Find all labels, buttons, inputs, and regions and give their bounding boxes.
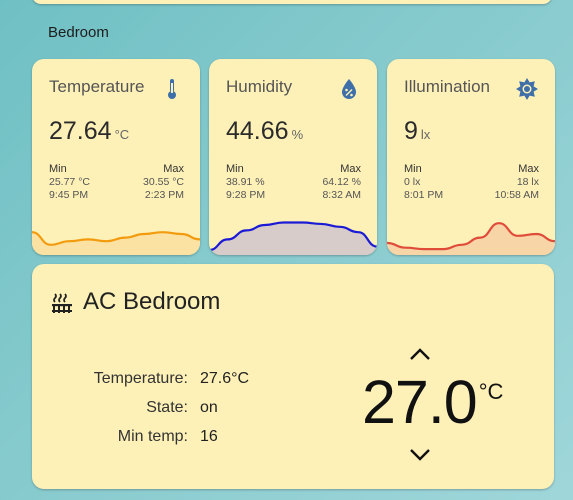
sun-icon [516, 78, 538, 100]
thermometer-icon [168, 79, 176, 99]
attribute-value: 27.6°C [200, 369, 250, 387]
min-stats: Min 0 lx 8:01 PM [404, 163, 444, 201]
temperature-card[interactable]: Temperature 27.64 °C Min 25.77 °C 9:45 PM… [32, 59, 200, 255]
attribute-label: State: [146, 398, 188, 416]
heating-icon [52, 293, 72, 313]
water-percent-icon [342, 79, 356, 99]
sensor-title: Temperature [49, 77, 145, 96]
decrease-temp-button[interactable] [408, 447, 432, 463]
humidity-sparkline [209, 221, 377, 255]
ac-thermostat-card[interactable]: AC Bedroom Temperature: 27.6°C State: on… [32, 264, 554, 489]
max-stats: Max 18 lx 10:58 AM [494, 163, 539, 201]
min-stats: Min 25.77 °C 9:45 PM [49, 163, 90, 201]
temperature-sparkline [32, 231, 200, 255]
sparkline-fill [209, 222, 377, 255]
previous-card [32, 0, 552, 4]
sensor-value: 9 lx [404, 117, 431, 145]
ac-attributes: Temperature: 27.6°C State: on Min temp: … [52, 364, 249, 451]
sensor-title: Humidity [226, 77, 293, 96]
attribute-row-temperature: Temperature: 27.6°C [52, 364, 249, 393]
sensor-value: 27.64 °C [49, 117, 130, 145]
max-stats: Max 64.12 % 8:32 AM [322, 163, 361, 201]
attribute-label: Min temp: [117, 427, 188, 445]
increase-temp-button[interactable] [408, 346, 432, 362]
target-temperature: 27.0°C [362, 368, 504, 436]
ac-title: AC Bedroom [83, 288, 221, 315]
humidity-card[interactable]: Humidity 44.66% Min 38.91 % 9:28 PM Max … [209, 59, 377, 255]
section-title: Bedroom [48, 24, 109, 41]
sparkline-fill [387, 223, 555, 255]
max-stats: Max 30.55 °C 2:23 PM [143, 163, 184, 201]
sensor-title: Illumination [404, 77, 490, 96]
sensor-value: 44.66% [226, 117, 304, 145]
attribute-row-min-temp: Min temp: 16 [52, 422, 249, 451]
attribute-value: on [200, 398, 218, 416]
illumination-card[interactable]: Illumination 9 lx Min 0 lx 8:01 PM Max 18… [387, 59, 555, 255]
attribute-label: Temperature: [93, 369, 188, 387]
min-stats: Min 38.91 % 9:28 PM [226, 163, 266, 201]
attribute-value: 16 [200, 427, 218, 445]
illumination-sparkline [387, 222, 555, 255]
attribute-row-state: State: on [52, 393, 249, 422]
